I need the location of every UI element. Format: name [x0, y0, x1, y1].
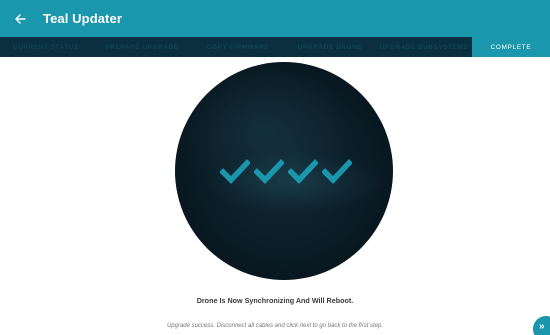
- tab-upgrade-subsystems[interactable]: UPGRADE SUBSYSTEMS: [376, 37, 472, 57]
- instruction-hint: Upgrade success. Disconnect all cables a…: [166, 323, 384, 329]
- arrow-left-icon: [15, 13, 26, 24]
- checkmark-icon: [220, 159, 250, 184]
- checkmark-icon: [322, 159, 352, 184]
- next-button[interactable]: »: [533, 316, 550, 335]
- tab-prepare-upgrade[interactable]: PREPARE UPGRADE: [92, 37, 192, 57]
- app-title: Teal Updater: [43, 11, 122, 26]
- app-bar: Teal Updater: [0, 0, 550, 37]
- tab-upgrade-drone[interactable]: UPGRADE DRONE: [284, 37, 376, 57]
- tab-current-status[interactable]: CURRENT STATUS: [0, 37, 92, 57]
- tab-copy-firmware[interactable]: COPY FIRMWARE: [192, 37, 284, 57]
- success-checkmarks: [220, 158, 352, 186]
- status-message: Drone Is Now Synchronizing And Will Rebo…: [196, 296, 354, 305]
- back-button[interactable]: [11, 10, 29, 28]
- app-window: Teal Updater CURRENT STATUS PREPARE UPGR…: [0, 0, 550, 335]
- tab-complete[interactable]: COMPLETE: [472, 37, 550, 57]
- checkmark-icon: [254, 159, 284, 184]
- double-chevron-right-icon: »: [539, 321, 545, 332]
- step-tabs: CURRENT STATUS PREPARE UPGRADE COPY FIRM…: [0, 37, 550, 57]
- checkmark-icon: [288, 159, 318, 184]
